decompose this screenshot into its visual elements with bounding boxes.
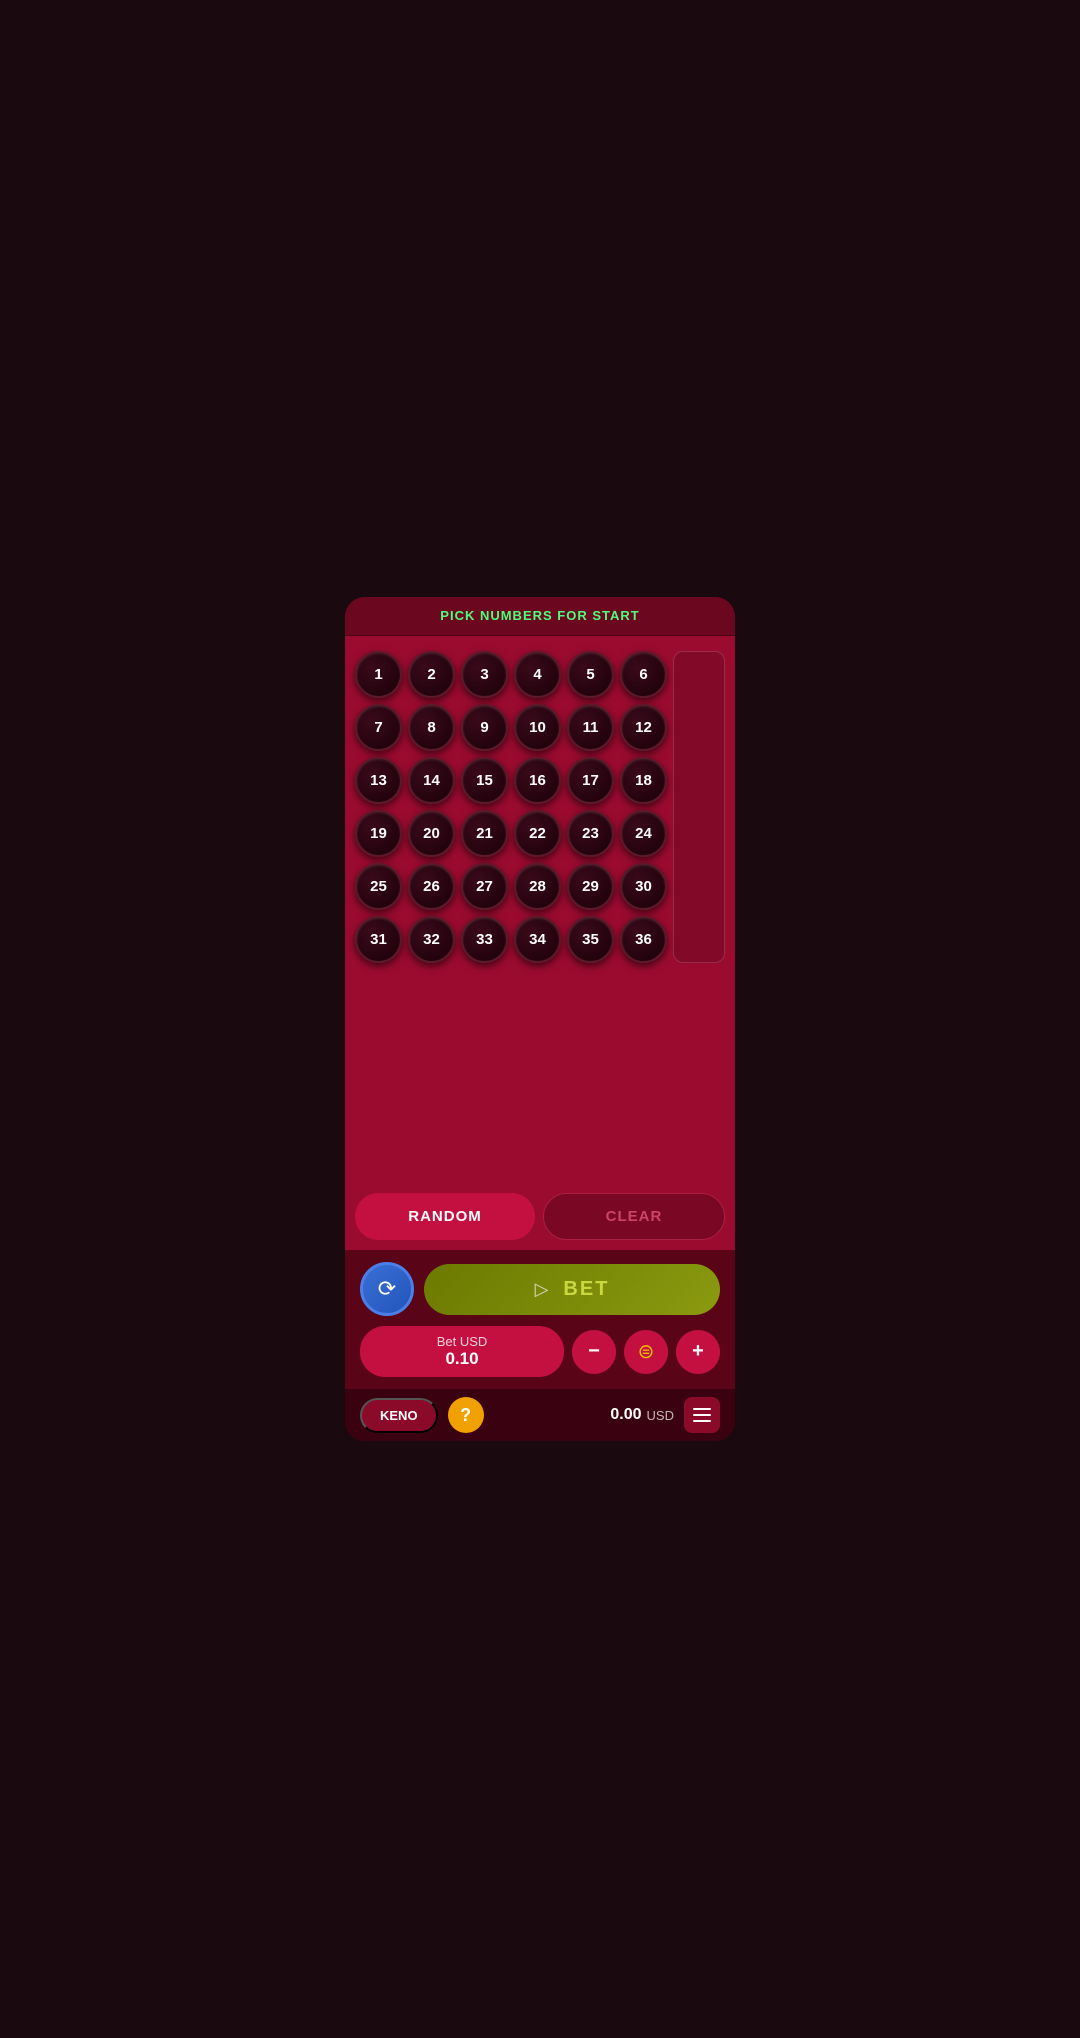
- coin-button[interactable]: ⊜: [624, 1330, 668, 1374]
- number-ball-20[interactable]: 20: [408, 810, 455, 857]
- number-ball-28[interactable]: 28: [514, 863, 561, 910]
- numbers-grid: 1234567891011121314151617181920212223242…: [355, 651, 665, 963]
- number-ball-14[interactable]: 14: [408, 757, 455, 804]
- number-ball-30[interactable]: 30: [620, 863, 667, 910]
- number-ball-25[interactable]: 25: [355, 863, 402, 910]
- number-ball-24[interactable]: 24: [620, 810, 667, 857]
- number-ball-32[interactable]: 32: [408, 916, 455, 963]
- number-ball-22[interactable]: 22: [514, 810, 561, 857]
- increase-bet-button[interactable]: +: [676, 1330, 720, 1374]
- balance-currency: USD: [647, 1408, 674, 1423]
- side-panel: [673, 651, 725, 963]
- number-ball-8[interactable]: 8: [408, 704, 455, 751]
- page-title: PICK NUMBERS FOR START: [440, 608, 639, 623]
- bet-row: ⟳ ▷ BET: [360, 1262, 720, 1316]
- number-ball-10[interactable]: 10: [514, 704, 561, 751]
- number-ball-21[interactable]: 21: [461, 810, 508, 857]
- number-ball-3[interactable]: 3: [461, 651, 508, 698]
- autoplay-icon: ⟳: [378, 1276, 396, 1302]
- bet-usd-label: Bet USD: [375, 1334, 549, 1349]
- game-name-button[interactable]: KENO: [360, 1398, 438, 1433]
- number-ball-23[interactable]: 23: [567, 810, 614, 857]
- number-ball-11[interactable]: 11: [567, 704, 614, 751]
- grid-container: 1234567891011121314151617181920212223242…: [355, 651, 725, 963]
- clear-button[interactable]: CLEAR: [543, 1193, 725, 1240]
- number-ball-13[interactable]: 13: [355, 757, 402, 804]
- number-ball-2[interactable]: 2: [408, 651, 455, 698]
- decrease-bet-button[interactable]: −: [572, 1330, 616, 1374]
- play-icon: ▷: [535, 1279, 549, 1300]
- menu-button[interactable]: [684, 1397, 720, 1433]
- number-ball-33[interactable]: 33: [461, 916, 508, 963]
- header: PICK NUMBERS FOR START: [345, 597, 735, 636]
- bet-button[interactable]: ▷ BET: [424, 1264, 720, 1315]
- balance-value: 0.00: [610, 1406, 641, 1424]
- action-buttons: RANDOM CLEAR: [355, 1183, 725, 1240]
- number-ball-16[interactable]: 16: [514, 757, 561, 804]
- number-ball-34[interactable]: 34: [514, 916, 561, 963]
- number-ball-18[interactable]: 18: [620, 757, 667, 804]
- number-ball-31[interactable]: 31: [355, 916, 402, 963]
- number-ball-15[interactable]: 15: [461, 757, 508, 804]
- autoplay-button[interactable]: ⟳: [360, 1262, 414, 1316]
- menu-line-2: [693, 1414, 711, 1416]
- bottom-panel: ⟳ ▷ BET Bet USD 0.10 − ⊜ +: [345, 1250, 735, 1389]
- number-ball-5[interactable]: 5: [567, 651, 614, 698]
- number-ball-36[interactable]: 36: [620, 916, 667, 963]
- bet-usd-value: 0.10: [375, 1349, 549, 1369]
- number-ball-17[interactable]: 17: [567, 757, 614, 804]
- number-ball-1[interactable]: 1: [355, 651, 402, 698]
- bet-label: BET: [563, 1278, 609, 1301]
- menu-line-1: [693, 1408, 711, 1410]
- footer-nav: KENO ? 0.00 USD: [345, 1389, 735, 1441]
- number-ball-29[interactable]: 29: [567, 863, 614, 910]
- bet-amount-row: Bet USD 0.10 − ⊜ +: [360, 1326, 720, 1377]
- number-ball-26[interactable]: 26: [408, 863, 455, 910]
- coin-icon: ⊜: [638, 1339, 655, 1364]
- number-ball-9[interactable]: 9: [461, 704, 508, 751]
- footer-balance: 0.00 USD: [610, 1406, 674, 1424]
- number-ball-4[interactable]: 4: [514, 651, 561, 698]
- menu-line-3: [693, 1420, 711, 1422]
- game-area: 1234567891011121314151617181920212223242…: [345, 636, 735, 1250]
- app-container: PICK NUMBERS FOR START 12345678910111213…: [345, 597, 735, 1441]
- number-ball-27[interactable]: 27: [461, 863, 508, 910]
- bet-usd-container: Bet USD 0.10: [360, 1326, 564, 1377]
- number-ball-12[interactable]: 12: [620, 704, 667, 751]
- number-ball-19[interactable]: 19: [355, 810, 402, 857]
- number-ball-7[interactable]: 7: [355, 704, 402, 751]
- number-ball-35[interactable]: 35: [567, 916, 614, 963]
- number-ball-6[interactable]: 6: [620, 651, 667, 698]
- help-button[interactable]: ?: [448, 1397, 484, 1433]
- random-button[interactable]: RANDOM: [355, 1193, 535, 1240]
